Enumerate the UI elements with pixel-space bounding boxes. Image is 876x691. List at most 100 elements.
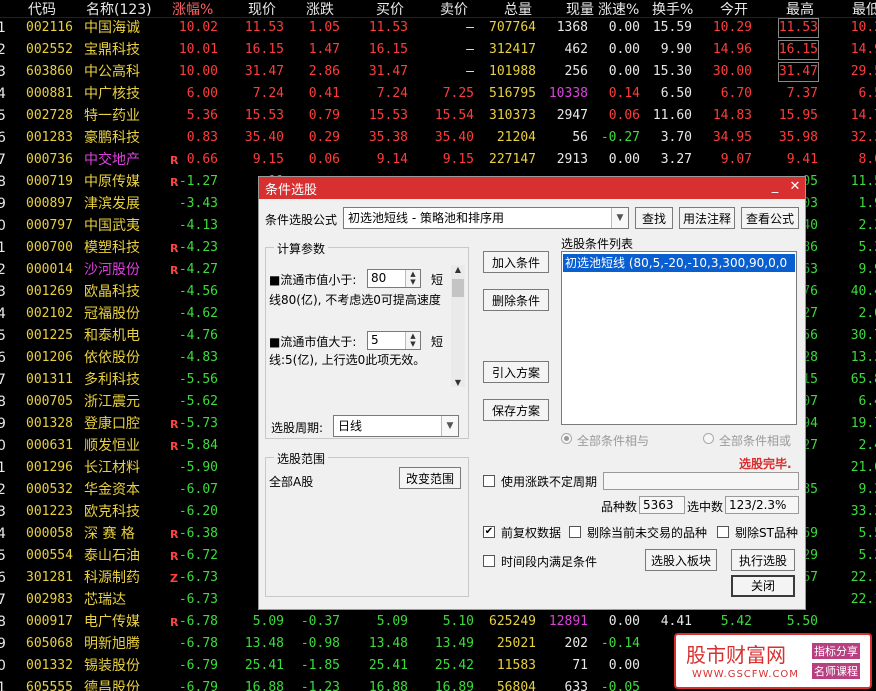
- cell-chg: 0.29: [308, 130, 340, 145]
- cell-chg_pct: 0.83: [186, 130, 218, 145]
- cell-code: 000736: [26, 152, 73, 167]
- cell-idx: 0: [0, 218, 6, 234]
- cell-code: 000797: [26, 218, 73, 233]
- condition-list[interactable]: 初选池短线 (80,5,-20,-10,3,300,90,0,0: [561, 251, 797, 425]
- cell-speed: 0.00: [608, 42, 640, 57]
- view-formula-button[interactable]: 查看公式: [741, 207, 799, 229]
- formula-label: 条件选股公式: [265, 213, 338, 227]
- table-row[interactable]: 2 002552 宝鼎科技 10.01 16.15 1.47 16.15 –312417 462…: [0, 39, 876, 61]
- cell-name: 中广核技: [84, 86, 140, 102]
- period-select[interactable]: 日线 ▼: [333, 415, 459, 437]
- column-header[interactable]: 现价: [248, 0, 276, 17]
- params-scrollbar[interactable]: ▲ ▼: [451, 265, 465, 387]
- cell-cur: 462: [564, 42, 588, 57]
- cell-bid: 25.41: [368, 658, 408, 673]
- scroll-thumb[interactable]: [452, 279, 464, 297]
- column-header[interactable]: 涨速%: [598, 0, 639, 17]
- remove-st-checkbox[interactable]: [717, 526, 729, 538]
- cell-code: 001328: [26, 416, 73, 431]
- watermark-tag2: 名师课程: [812, 663, 860, 679]
- remove-untraded-checkbox[interactable]: [569, 526, 581, 538]
- period-value: 日线: [338, 419, 363, 433]
- column-header[interactable]: 卖价: [440, 0, 468, 17]
- cell-open: 14.83: [712, 108, 752, 123]
- close-icon[interactable]: ✕: [787, 179, 803, 194]
- uncertain-period-field[interactable]: [603, 472, 799, 490]
- cell-price: 15.53: [244, 108, 284, 123]
- cell-chg: 0.06: [308, 152, 340, 167]
- cell-ask: 13.49: [434, 636, 474, 651]
- cell-bid: 9.14: [376, 152, 408, 167]
- import-plan-button[interactable]: 引入方案: [483, 361, 549, 383]
- cell-price: 31.47: [244, 64, 284, 79]
- chevron-down-icon[interactable]: ▼: [611, 208, 628, 228]
- table-row[interactable]: 1 002116 中国海诚 10.02 11.53 1.05 11.53 –707764 136…: [0, 17, 876, 39]
- cell-code: 603860: [26, 64, 73, 79]
- usage-notes-button[interactable]: 用法注释: [679, 207, 735, 229]
- selected-value: 123/2.3%: [729, 498, 787, 512]
- table-row[interactable]: 5 002728 特一药业 5.36 15.53 0.79 15.53 15.54 310373…: [0, 105, 876, 127]
- cell-low: 29.5: [850, 64, 876, 79]
- scroll-down-icon[interactable]: ▼: [451, 378, 465, 387]
- cell-ask: 25.42: [434, 658, 474, 673]
- cell-chg: 2.86: [308, 64, 340, 79]
- cell-idx: 7: [0, 152, 6, 168]
- spin-arrows-icon[interactable]: ▲ ▼: [405, 332, 420, 349]
- save-plan-button[interactable]: 保存方案: [483, 399, 549, 421]
- column-header[interactable]: 换手%: [652, 0, 693, 17]
- cell-name: 芯瑞达: [84, 592, 126, 608]
- cell-ask: 35.40: [434, 130, 474, 145]
- formula-value: 初选池短线 - 策略池和排序用: [348, 211, 504, 225]
- cell-idx: 1: [0, 680, 6, 691]
- add-to-block-button[interactable]: 选股入板块: [645, 549, 717, 571]
- column-header[interactable]: 涨跌: [306, 0, 334, 17]
- param1-suffix: 短: [431, 273, 444, 287]
- cell-chg_pct: -4.27: [178, 262, 218, 277]
- column-header[interactable]: 现量: [566, 0, 594, 17]
- column-header[interactable]: 买价: [376, 0, 404, 17]
- period-satisfy-checkbox[interactable]: [483, 555, 495, 567]
- cell-chg: -0.98: [300, 636, 340, 651]
- change-range-button[interactable]: 改变范围: [399, 467, 461, 489]
- scroll-up-icon[interactable]: ▲: [451, 265, 465, 274]
- cell-code: 000014: [26, 262, 73, 277]
- column-header[interactable]: 总量: [504, 0, 532, 17]
- close-button[interactable]: 关闭: [731, 575, 795, 597]
- cell-code: 001225: [26, 328, 73, 343]
- column-header[interactable]: 涨幅%: [172, 0, 213, 17]
- uncertain-period-checkbox[interactable]: [483, 475, 495, 487]
- cell-name: 明新旭腾: [84, 636, 140, 652]
- add-condition-button[interactable]: 加入条件: [483, 251, 549, 273]
- table-row[interactable]: 4 000881 中广核技 6.00 7.24 0.41 7.24 7.25 516795 103…: [0, 83, 876, 105]
- cell-low: 8.6: [858, 152, 876, 167]
- spin-arrows-icon[interactable]: ▲ ▼: [405, 270, 420, 287]
- formula-select[interactable]: 初选池短线 - 策略池和排序用 ▼: [343, 207, 629, 229]
- param1-stepper[interactable]: 80 ▲ ▼: [367, 269, 421, 288]
- minimize-icon[interactable]: _: [767, 179, 783, 194]
- column-header[interactable]: 今开: [720, 0, 748, 17]
- cell-chg: 0.79: [308, 108, 340, 123]
- condition-list-item[interactable]: 初选池短线 (80,5,-20,-10,3,300,90,0,0: [563, 254, 795, 272]
- cell-chg_pct: -6.78: [178, 636, 218, 651]
- delete-condition-button[interactable]: 删除条件: [483, 289, 549, 311]
- radio-or[interactable]: [703, 433, 714, 444]
- cell-name: 锡装股份: [84, 658, 140, 674]
- param2-stepper[interactable]: 5 ▲ ▼: [367, 331, 421, 350]
- execute-selection-button[interactable]: 执行选股: [731, 549, 795, 571]
- column-header[interactable]: 最高: [786, 0, 814, 17]
- find-button[interactable]: 查找: [635, 207, 673, 229]
- cell-bid: 11.53: [368, 20, 408, 35]
- chevron-down-icon[interactable]: ▼: [441, 416, 458, 436]
- table-row[interactable]: 8 000917 电广传媒 R -6.78 5.09 -0.37 5.09 5.10 625249…: [0, 611, 876, 633]
- dialog-title-bar[interactable]: 条件选股 _ ✕: [259, 177, 805, 199]
- table-row[interactable]: 6 001283 豪鹏科技 0.83 35.40 0.29 35.38 35.40 21204 5…: [0, 127, 876, 149]
- column-header[interactable]: 代码: [28, 0, 56, 17]
- cell-low: 22.1: [850, 570, 876, 585]
- column-header[interactable]: 名称(123): [86, 0, 152, 17]
- cell-code: 002102: [26, 306, 73, 321]
- column-header[interactable]: 最低: [852, 0, 876, 17]
- fq-checkbox[interactable]: ✔: [483, 526, 495, 538]
- radio-and[interactable]: [561, 433, 572, 444]
- table-row[interactable]: 3 603860 中公高科 10.00 31.47 2.86 31.47 –101988 256…: [0, 61, 876, 83]
- table-row[interactable]: 7 000736 中交地产 R 0.66 9.15 0.06 9.14 9.15 227147 29…: [0, 149, 876, 171]
